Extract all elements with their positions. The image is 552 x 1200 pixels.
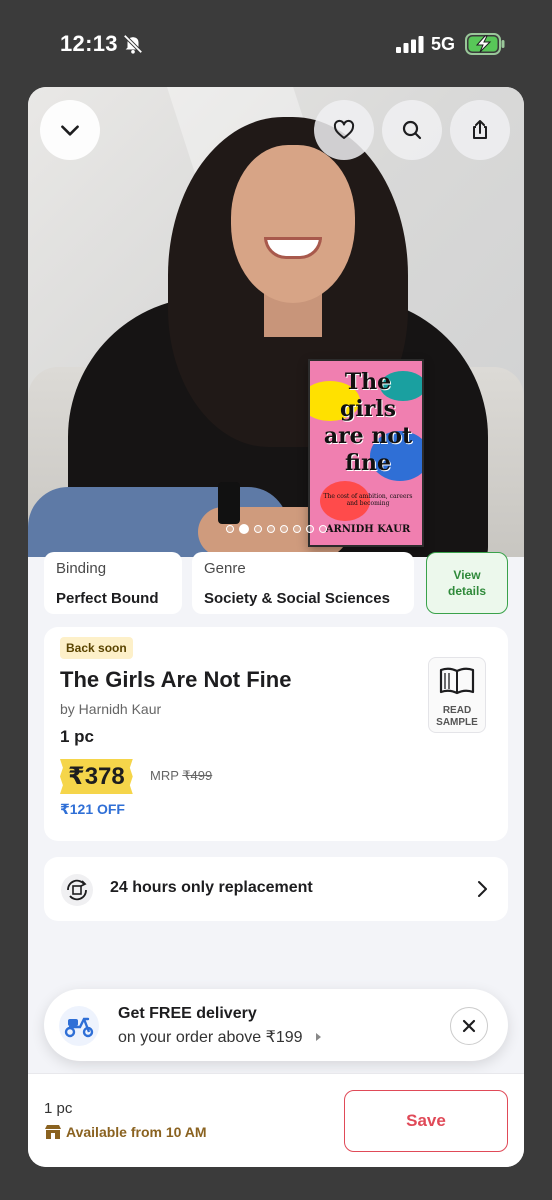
product-author: by Harnidh Kaur (60, 701, 162, 717)
free-delivery-banner[interactable]: Get FREE delivery on your order above ₹1… (44, 989, 508, 1061)
carousel-dot[interactable] (267, 525, 275, 533)
discount-label: ₹121 OFF (60, 801, 125, 817)
product-image-carousel[interactable]: The girls are not fine The cost of ambit… (28, 87, 524, 557)
carousel-dot[interactable] (280, 525, 288, 533)
status-bar: 12:13 5G (0, 0, 552, 88)
replacement-policy-row[interactable]: 24 hours only replacement (44, 857, 508, 921)
replacement-box-icon (61, 874, 93, 906)
status-time: 12:13 (60, 31, 118, 56)
chevron-down-icon (61, 125, 79, 136)
search-button[interactable] (382, 100, 442, 160)
store-icon (45, 1125, 61, 1139)
binding-attribute: Binding Perfect Bound (44, 552, 182, 614)
bell-muted-icon (123, 34, 143, 54)
book-cover-title: The girls are not fine (323, 369, 413, 476)
product-sheet: The girls are not fine The cost of ambit… (28, 87, 524, 1167)
wishlist-button[interactable] (314, 100, 374, 160)
view-details-button[interactable]: View details (426, 552, 508, 614)
stock-badge: Back soon (60, 637, 133, 659)
availability-label: Available from 10 AM (44, 1124, 207, 1140)
product-price: ₹378 (60, 759, 133, 794)
close-icon (462, 1019, 476, 1033)
product-title: The Girls Are Not Fine (60, 667, 292, 692)
carousel-dot[interactable] (319, 525, 327, 533)
collapse-button[interactable] (40, 100, 100, 160)
product-info-card: Back soon The Girls Are Not Fine by Harn… (44, 627, 508, 841)
bottom-quantity: 1 pc (44, 1100, 73, 1117)
carousel-dot[interactable] (239, 524, 249, 534)
heart-icon (333, 119, 355, 139)
carousel-dot[interactable] (254, 525, 262, 533)
author-photo-face (231, 145, 355, 303)
scooter-icon (59, 1006, 99, 1046)
signal-icon (396, 36, 424, 53)
battery-charging-icon (465, 33, 505, 55)
genre-attribute: Genre Society & Social Sciences (192, 552, 414, 614)
caret-right-icon (315, 1033, 321, 1041)
close-banner-button[interactable] (450, 1007, 488, 1045)
chevron-right-icon (478, 881, 487, 897)
carousel-indicator[interactable] (226, 524, 327, 534)
search-icon (402, 120, 422, 140)
open-book-icon (439, 667, 475, 695)
bottom-action-bar: 1 pc Available from 10 AM Save (28, 1073, 524, 1167)
share-icon (473, 120, 487, 139)
book-cover: The girls are not fine The cost of ambit… (308, 359, 424, 547)
product-mrp: MRP ₹499 (150, 768, 213, 783)
share-button[interactable] (450, 100, 510, 160)
read-sample-button[interactable]: READ SAMPLE (428, 657, 486, 733)
product-quantity: 1 pc (60, 727, 95, 746)
network-type: 5G (431, 34, 456, 54)
carousel-dot[interactable] (293, 525, 301, 533)
carousel-dot[interactable] (226, 525, 234, 533)
carousel-dot[interactable] (306, 525, 314, 533)
save-button[interactable]: Save (344, 1090, 508, 1152)
